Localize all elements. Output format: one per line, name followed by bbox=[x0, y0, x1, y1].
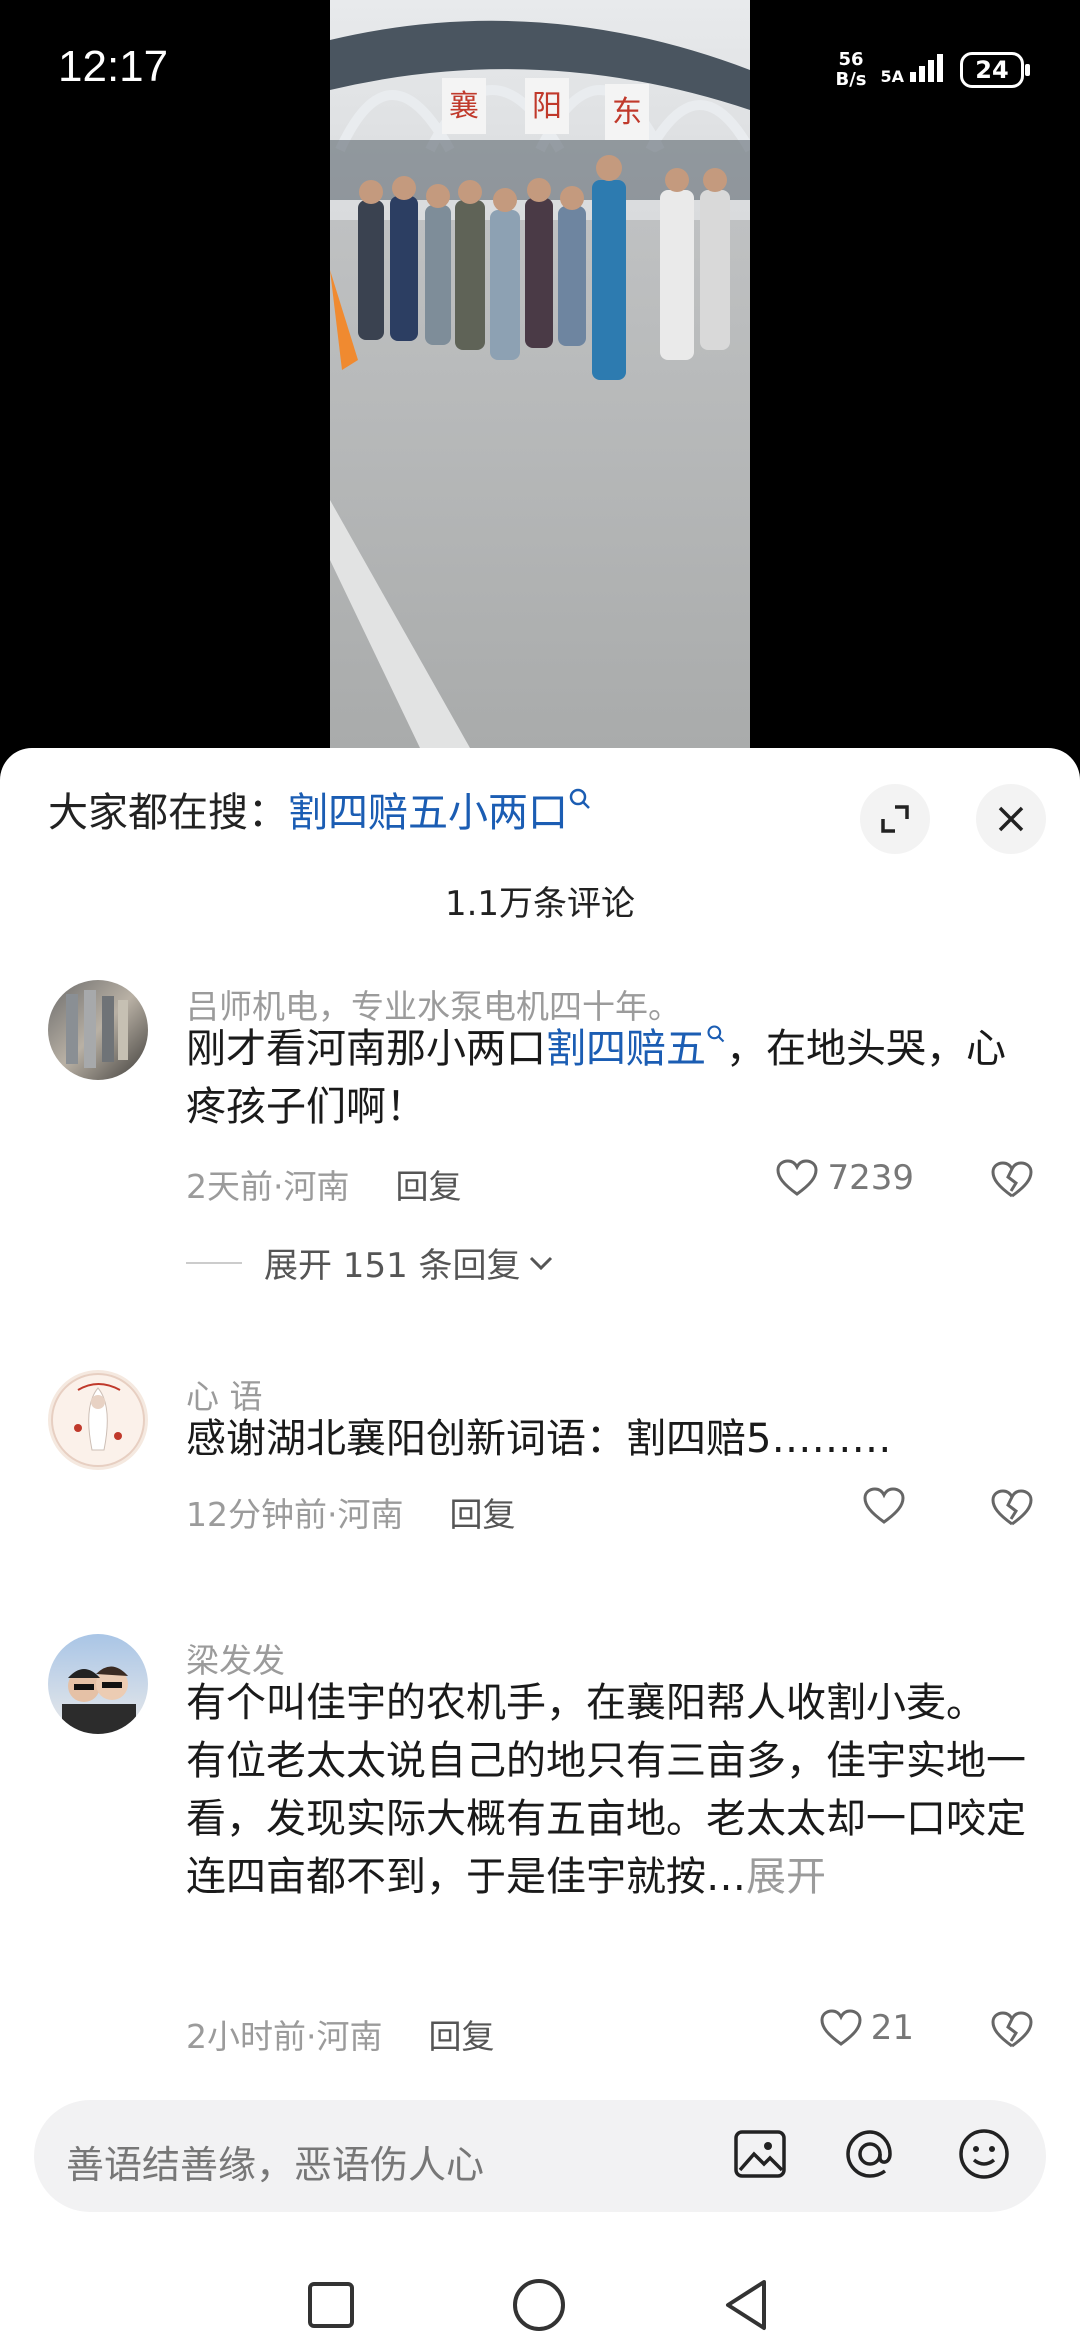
heart-icon bbox=[863, 1487, 905, 1524]
trending-search[interactable]: 大家都在搜： 割四赔五小两口 bbox=[48, 780, 592, 838]
avatar[interactable] bbox=[48, 980, 148, 1080]
search-icon bbox=[569, 788, 590, 809]
at-icon bbox=[846, 2130, 892, 2178]
battery-icon: 24 bbox=[960, 52, 1030, 88]
dislike-icon bbox=[991, 1489, 1033, 1526]
expand-replies-label: 展开 151 条回复 bbox=[264, 1246, 521, 1286]
image-button[interactable] bbox=[730, 2124, 790, 2188]
system-nav-bar bbox=[0, 2268, 1080, 2340]
reply-button[interactable]: 回复 bbox=[429, 2010, 495, 2058]
back-nav-icon[interactable] bbox=[720, 2276, 774, 2334]
heart-icon bbox=[776, 1159, 818, 1196]
battery-level: 24 bbox=[975, 56, 1009, 84]
trending-search-term[interactable]: 割四赔五小两口 bbox=[288, 780, 568, 838]
dislike-icon bbox=[991, 1161, 1033, 1198]
expand-icon bbox=[881, 805, 909, 833]
comment-time: 2天前·河南 bbox=[186, 1167, 350, 1206]
trending-search-prefix: 大家都在搜： bbox=[48, 790, 288, 836]
search-icon bbox=[707, 1025, 725, 1043]
mention-button[interactable] bbox=[840, 2124, 900, 2188]
circle-nav-icon[interactable] bbox=[510, 2276, 568, 2334]
image-icon bbox=[734, 2130, 786, 2178]
like-count: 21 bbox=[870, 2008, 914, 2048]
comment-text: 刚才看河南那小两口割四赔五 ，在地头哭，心疼孩子们啊！ bbox=[186, 1020, 1026, 1136]
like-button[interactable] bbox=[862, 1486, 914, 1526]
expand-replies[interactable]: 展开 151 条回复 bbox=[186, 1238, 555, 1287]
expand-button[interactable] bbox=[860, 784, 930, 854]
status-time: 12:17 bbox=[58, 42, 169, 91]
gate-sign-char-3: 东 bbox=[612, 95, 642, 130]
comment-text: 有个叫佳宇的农机手，在襄阳帮人收割小麦。 有位老太太说自己的地只有三亩多，佳宇实… bbox=[186, 1674, 1026, 1906]
divider bbox=[186, 1261, 242, 1264]
video-player[interactable]: 襄 阳 东 bbox=[330, 0, 750, 748]
signal-label: 5A bbox=[880, 67, 904, 86]
dislike-button[interactable] bbox=[990, 1160, 1034, 1204]
dislike-button[interactable] bbox=[990, 1488, 1034, 1532]
comment-time: 12分钟前·河南 bbox=[186, 1495, 404, 1534]
comment-time: 2小时前·河南 bbox=[186, 2017, 383, 2056]
comment-text: 感谢湖北襄阳创新词语：割四赔5……… bbox=[186, 1416, 892, 1462]
gate-sign-char-2: 阳 bbox=[532, 89, 562, 124]
gate-sign: 襄 阳 东 bbox=[442, 78, 649, 140]
comment-meta: 2小时前·河南 回复 bbox=[186, 2010, 495, 2058]
status-icons: 56 B/s 5A 24 bbox=[835, 50, 1030, 90]
comment-meta: 2天前·河南 回复 bbox=[186, 1160, 462, 1208]
like-button[interactable]: 21 bbox=[819, 2008, 914, 2048]
close-button[interactable] bbox=[976, 784, 1046, 854]
like-count: 7239 bbox=[827, 1158, 914, 1198]
comment-sheet: 大家都在搜： 割四赔五小两口 1.1万条评论 吕师机电，专业水泵电机四十年。 刚… bbox=[0, 748, 1080, 2340]
comment-text-body: 有个叫佳宇的农机手，在襄阳帮人收割小麦。 有位老太太说自己的地只有三亩多，佳宇实… bbox=[186, 1680, 1026, 1900]
comment-count: 1.1万条评论 bbox=[444, 884, 636, 924]
comment-input-placeholder: 善语结善缘，恶语伤人心 bbox=[66, 2143, 485, 2187]
reply-button[interactable]: 回复 bbox=[396, 1160, 462, 1208]
dislike-icon bbox=[991, 2011, 1033, 2048]
network-speed-unit: B/s bbox=[835, 69, 867, 90]
network-speed: 56 B/s bbox=[835, 50, 866, 90]
heart-icon bbox=[820, 2009, 862, 2046]
network-speed-value: 56 bbox=[838, 49, 864, 70]
avatar-image bbox=[62, 1666, 136, 1734]
comment-meta: 12分钟前·河南 回复 bbox=[186, 1488, 515, 1536]
comment-text-part: 刚才看河南那小两口 bbox=[186, 1026, 546, 1072]
chevron-down-icon bbox=[529, 1256, 552, 1270]
avatar[interactable] bbox=[48, 1634, 148, 1734]
comment-search-link[interactable]: 割四赔五 bbox=[546, 1026, 706, 1072]
dislike-button[interactable] bbox=[990, 2010, 1034, 2054]
avatar[interactable] bbox=[48, 1370, 148, 1470]
reply-button[interactable]: 回复 bbox=[449, 1488, 515, 1536]
video-frame-image: 襄 阳 东 bbox=[330, 0, 750, 748]
avatar-image bbox=[66, 990, 128, 1068]
square-nav-icon[interactable] bbox=[304, 2278, 358, 2332]
comment-input[interactable]: 善语结善缘，恶语伤人心 bbox=[34, 2100, 1046, 2212]
like-button[interactable]: 7239 bbox=[775, 1158, 914, 1198]
emoji-button[interactable] bbox=[954, 2124, 1014, 2188]
close-icon bbox=[998, 806, 1024, 832]
avatar-image bbox=[51, 1373, 145, 1467]
signal-icon: 5A bbox=[880, 54, 946, 86]
expand-text-button[interactable]: 展开 bbox=[746, 1854, 826, 1900]
emoji-icon bbox=[959, 2129, 1009, 2179]
gate-sign-char-1: 襄 bbox=[449, 89, 479, 124]
